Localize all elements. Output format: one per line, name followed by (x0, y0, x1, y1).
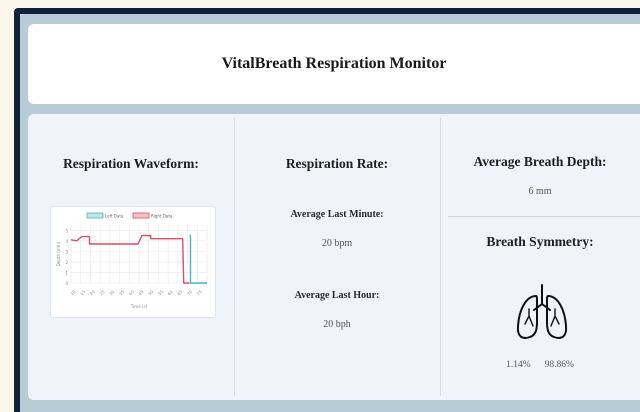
main-content: Respiration Waveform: 0 1 2 3 4 5 10 15 20 25 30 35… (28, 114, 640, 400)
legend-swatch (86, 212, 104, 219)
y-tick-label: 1 (65, 270, 68, 275)
waveform-chart: 01234510 15 20 25 30 35 40 45 50 55 60 65 70 75Depth … (56, 212, 208, 309)
series-line (70, 234, 190, 284)
symmetry-left-percent: 1.14% (506, 360, 531, 370)
symmetry-title: Breath Symmetry: (486, 234, 594, 249)
legend-label: Right Data (151, 213, 173, 218)
x-tick-label: 15 (79, 289, 86, 296)
header: VitalBreath Respiration Monitor (28, 24, 640, 104)
x-tick-label: 10 (69, 289, 76, 296)
waveform-chart-card: 0 1 2 3 4 5 10 15 20 25 30 35 40 45 50 55 60 65 70 75 Depth … (50, 206, 216, 318)
x-tick-label: 40 (128, 289, 135, 296)
symmetry-values: 1.14% 98.86% (440, 360, 640, 370)
last-minute-label: Average Last Minute: (290, 209, 384, 220)
y-tick-label: 0 (65, 281, 68, 286)
y-tick-label: 5 (65, 228, 68, 233)
x-axis-label: Time (s) (130, 304, 148, 309)
breath-depth-section: Average Breath Depth: 6 mm Breath Symmet… (440, 114, 640, 400)
lungs-icon (516, 284, 568, 339)
x-tick-label: 65 (176, 289, 183, 296)
last-hour-label: Average Last Hour: (294, 290, 380, 301)
page-title: VitalBreath Respiration Monitor (221, 55, 447, 72)
last-minute-value: 20 bpm (321, 238, 353, 249)
last-hour-value: 20 bph (323, 319, 351, 330)
x-tick-label: 60 (167, 289, 174, 296)
y-axis-label: Depth (mm) (56, 241, 61, 266)
rate-title: Respiration Rate: (285, 156, 389, 171)
y-tick-label: 2 (65, 260, 68, 265)
x-tick-label: 25 (99, 289, 106, 296)
symmetry-right-percent: 98.86% (544, 360, 574, 370)
depth-title: Average Breath Depth: (473, 154, 607, 169)
x-tick-label: 75 (196, 289, 203, 296)
x-tick-label: 45 (137, 289, 144, 296)
waveform-section: Respiration Waveform: 0 1 2 3 4 5 10 15 20 25 30 35… (28, 114, 234, 400)
y-tick-label: 3 (65, 249, 68, 254)
legend-swatch (132, 212, 150, 219)
waveform-title: Respiration Waveform: (63, 156, 199, 171)
x-tick-label: 20 (89, 289, 96, 296)
legend-label: Left Data (105, 213, 124, 218)
x-tick-label: 55 (157, 289, 164, 296)
x-tick-label: 70 (186, 289, 193, 296)
series-line (189, 234, 207, 284)
x-tick-label: 35 (118, 289, 125, 296)
x-tick-label: 30 (108, 289, 115, 296)
row-divider (448, 216, 640, 217)
y-tick-label: 4 (65, 239, 68, 244)
depth-value: 6 mm (528, 186, 552, 197)
respiration-rate-section: Respiration Rate: Average Last Minute: 2… (234, 114, 440, 400)
x-tick-label: 50 (147, 289, 154, 296)
